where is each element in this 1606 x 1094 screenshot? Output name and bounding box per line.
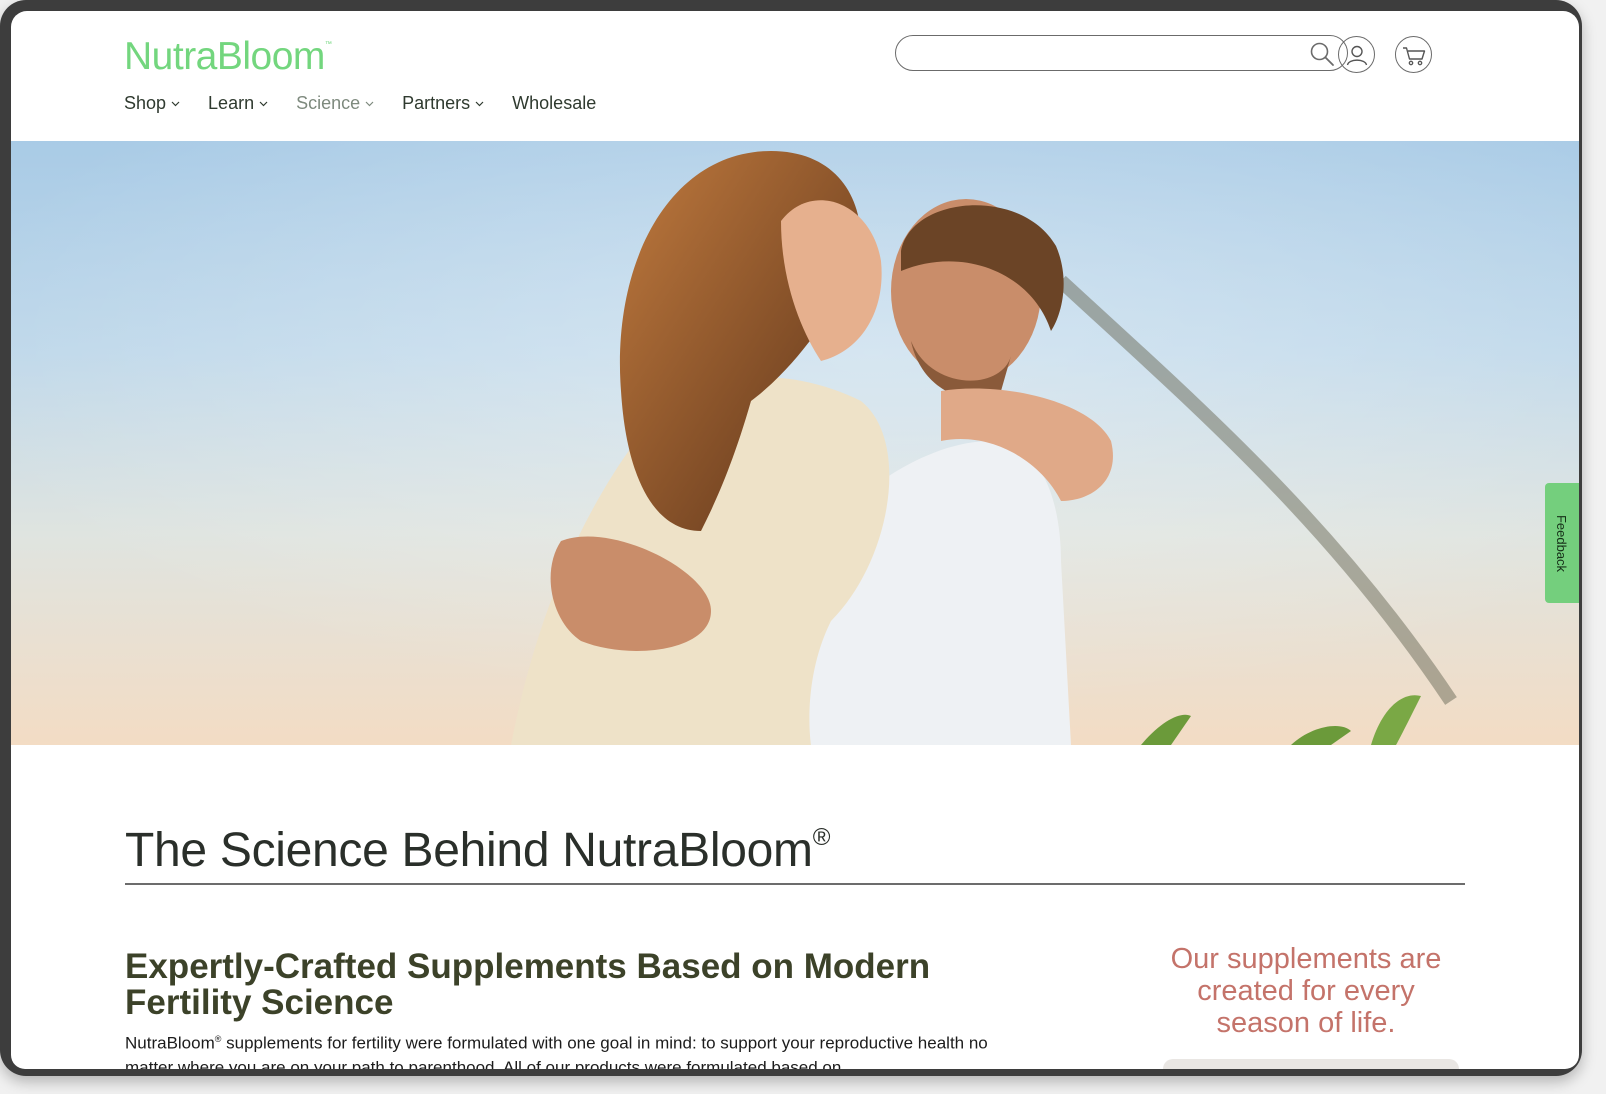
- nav-item-label: Partners: [402, 93, 471, 113]
- cart-icon: [1402, 46, 1425, 65]
- account-button[interactable]: [1338, 36, 1375, 73]
- nav-item-science[interactable]: Science: [296, 93, 374, 114]
- body-brand: NutraBloom: [125, 1033, 215, 1053]
- section-heading: Expertly-Crafted Supplements Based on Mo…: [125, 947, 931, 1022]
- product-card-peek: [1163, 1059, 1459, 1069]
- couple-photo-illustration: [11, 141, 1579, 745]
- logo-text: NutraBloom: [124, 35, 325, 78]
- section-body: NutraBloom® supplements for fertility we…: [125, 1027, 1005, 1069]
- nav-item-label: Wholesale: [512, 93, 597, 113]
- chevron-down-icon: [259, 101, 268, 106]
- feedback-tab[interactable]: Feedback: [1545, 483, 1579, 603]
- body-text: supplements for fertility were formulate…: [125, 1033, 988, 1069]
- chevron-down-icon: [475, 101, 484, 106]
- search-input[interactable]: [912, 40, 1306, 66]
- chevron-down-icon: [365, 101, 374, 106]
- nav-item-partners[interactable]: Partners: [402, 93, 484, 114]
- callout-text: Our supplements are created for every se…: [1170, 943, 1442, 1039]
- nav-item-label: Science: [296, 93, 361, 113]
- cart-button[interactable]: [1395, 36, 1432, 73]
- page-title: The Science Behind NutraBloom®: [125, 823, 830, 878]
- nav-item-learn[interactable]: Learn: [208, 93, 268, 114]
- search-icon[interactable]: [1309, 41, 1335, 72]
- page-title-text: The Science Behind NutraBloom: [125, 824, 813, 877]
- registered-mark: ®: [812, 824, 831, 851]
- title-divider: [125, 883, 1465, 885]
- nav-item-wholesale[interactable]: Wholesale: [512, 93, 596, 114]
- nav-item-label: Shop: [124, 93, 167, 113]
- chevron-down-icon: [171, 101, 180, 106]
- feedback-label: Feedback: [1554, 514, 1570, 572]
- nav-item-label: Learn: [208, 93, 255, 113]
- hero-image: [11, 141, 1579, 745]
- device-frame: NutraBloom™ Shop Learn Science Partners …: [0, 0, 1582, 1076]
- browser-viewport: NutraBloom™ Shop Learn Science Partners …: [11, 11, 1579, 1069]
- main-nav: Shop Learn Science Partners Wholesale: [124, 93, 624, 114]
- search-bar[interactable]: [895, 35, 1348, 71]
- logo-trademark: ™: [324, 41, 332, 48]
- brand-logo[interactable]: NutraBloom™: [124, 35, 332, 79]
- nav-item-shop[interactable]: Shop: [124, 93, 180, 114]
- user-icon: [1346, 45, 1367, 65]
